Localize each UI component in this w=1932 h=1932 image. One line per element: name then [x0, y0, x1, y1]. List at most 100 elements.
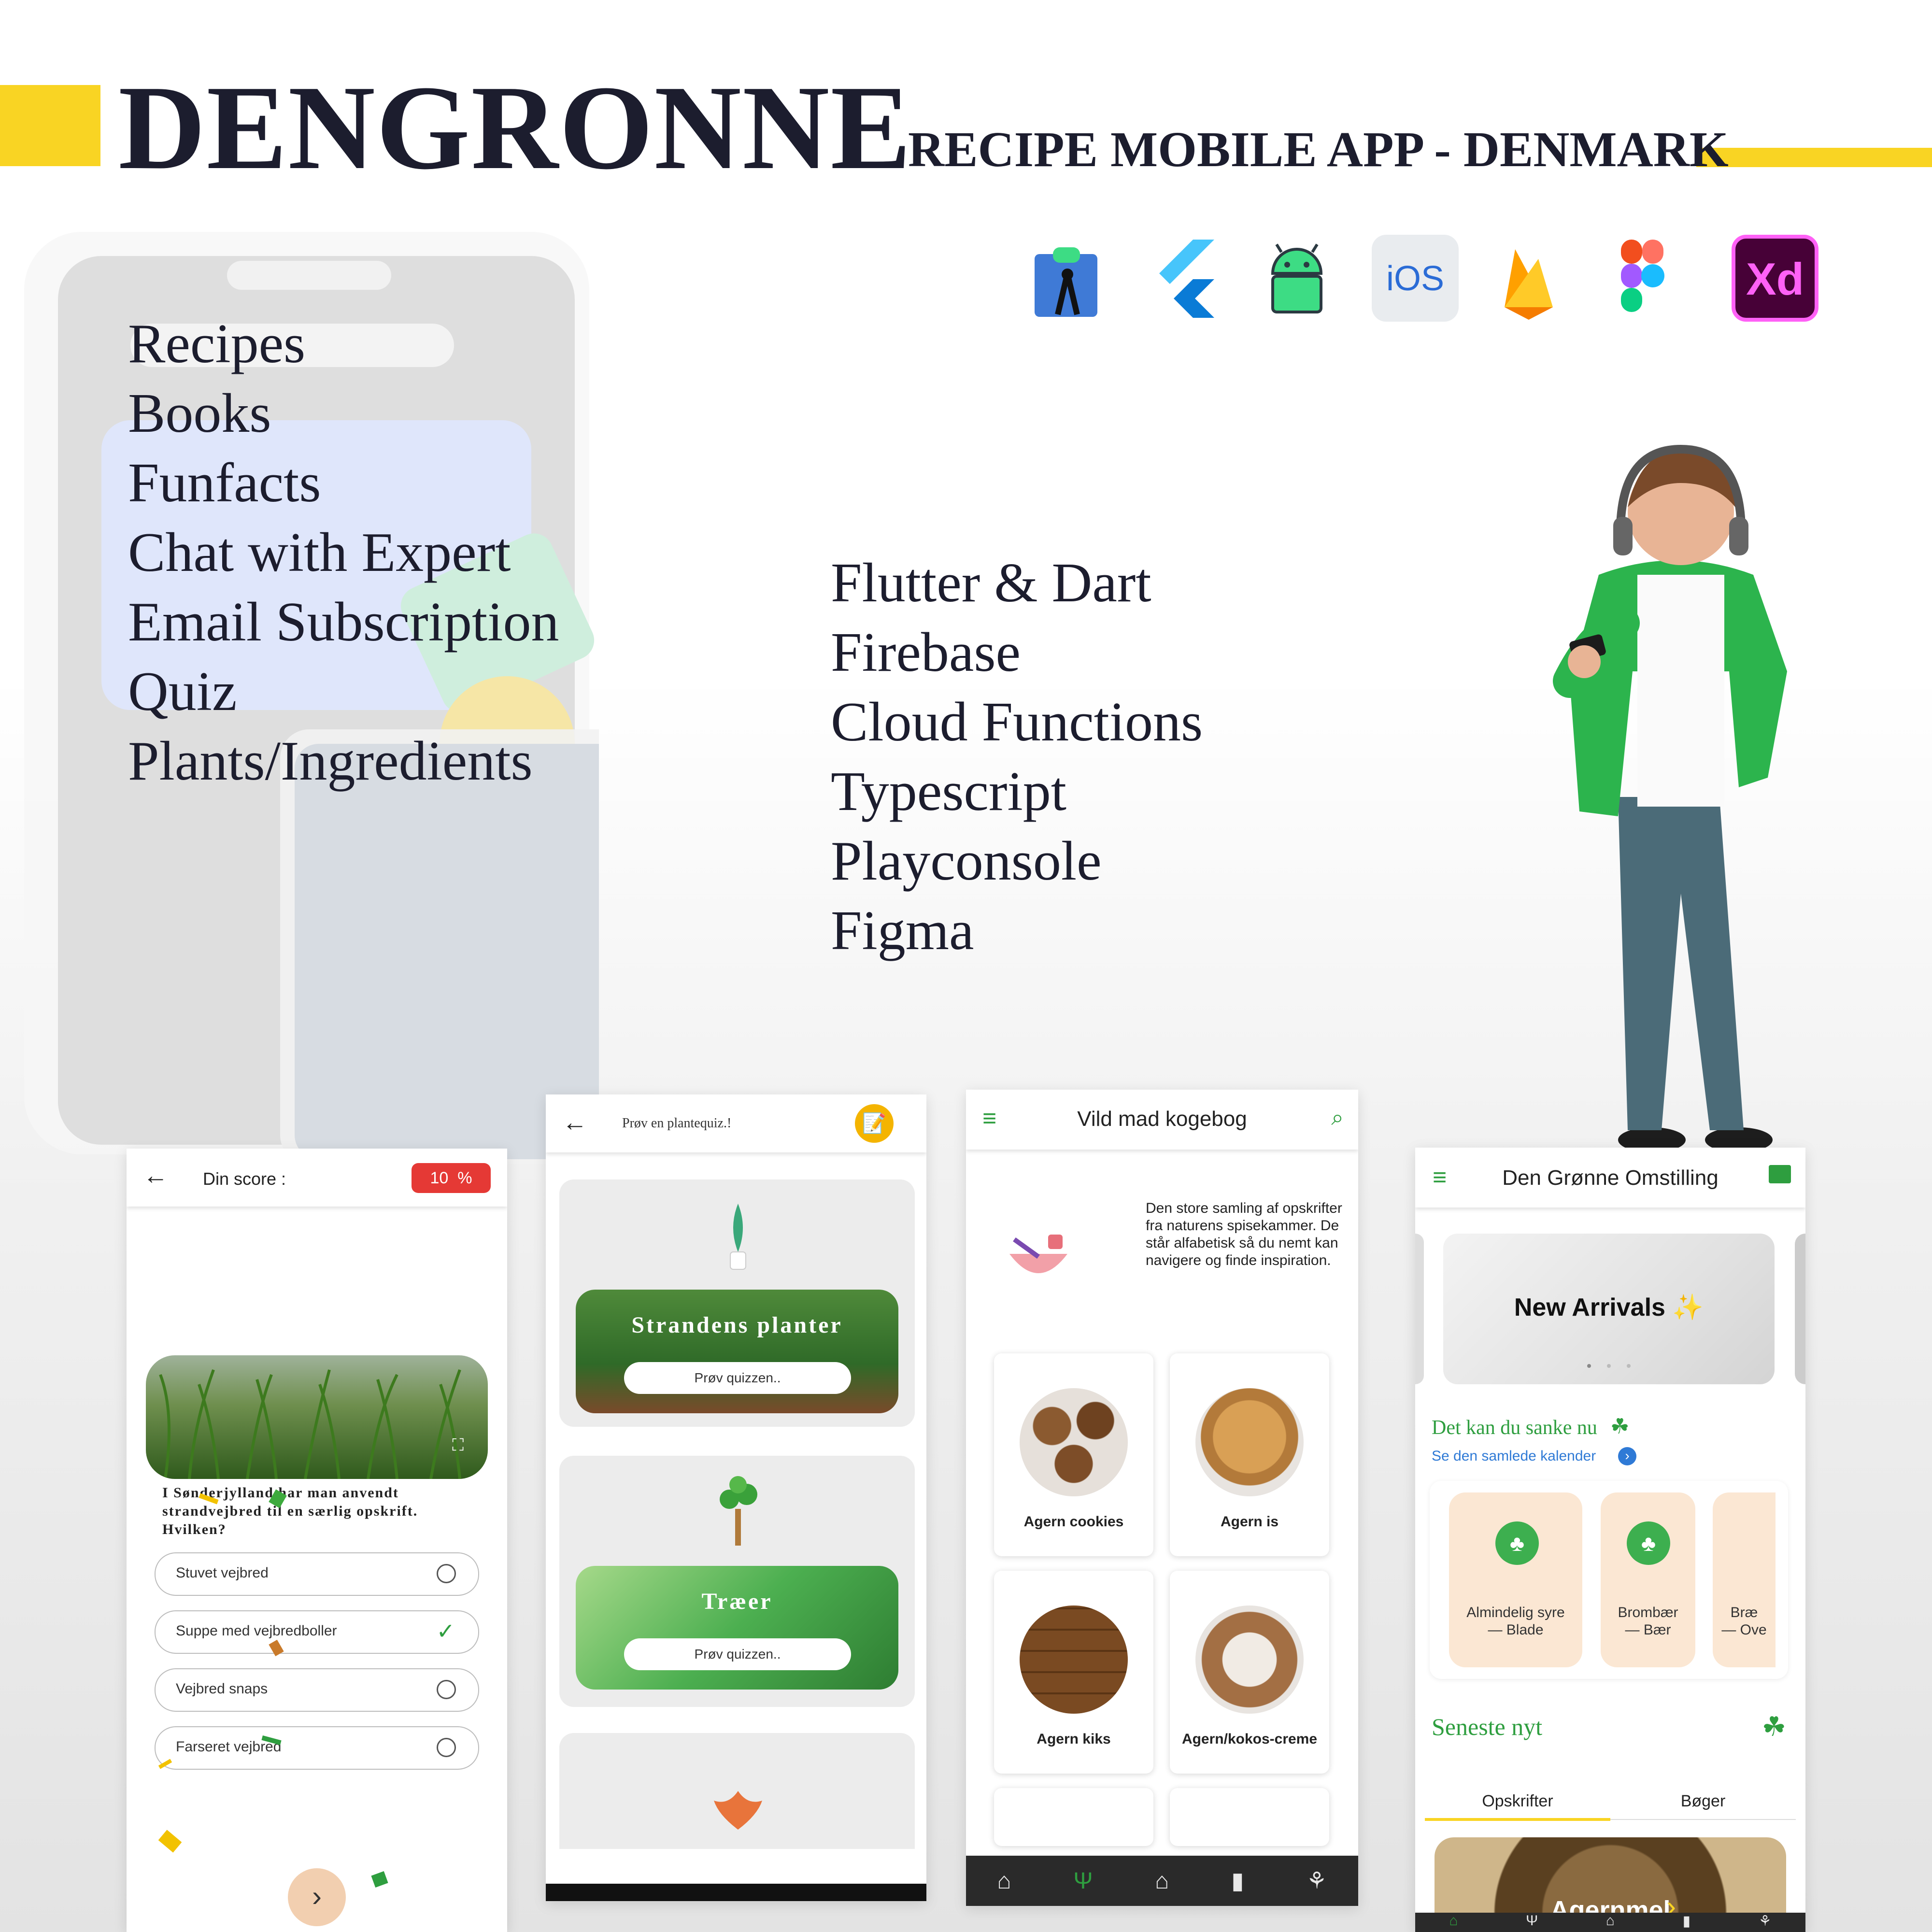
cookbook-screen: ≡ Vild mad kogebog ⌕ Den store samling a…: [966, 1090, 1358, 1906]
recipe-image: [1020, 1605, 1128, 1714]
feature-item: Quiz: [128, 661, 237, 723]
calendar-link[interactable]: Se den samlede kalender: [1432, 1448, 1596, 1464]
news-title: Seneste nyt: [1432, 1713, 1543, 1740]
recipe-card[interactable]: [994, 1788, 1153, 1846]
recipe-card[interactable]: Agern cookies: [994, 1353, 1153, 1556]
tab-boger[interactable]: Bøger: [1610, 1792, 1796, 1818]
cookbook-title: Vild mad kogebog: [1077, 1107, 1247, 1131]
book-icon[interactable]: ▮: [1231, 1867, 1244, 1894]
quiz-screen: ← Din score : 10 % ⛶ I Sønderjylland har…: [127, 1149, 507, 1932]
plantquiz-appbar: ← Prøv en plantequiz.! 📝: [546, 1094, 926, 1152]
carousel-prev-peek: [1415, 1234, 1424, 1384]
leaf-icon[interactable]: ⚘: [1759, 1913, 1772, 1930]
next-button[interactable]: ›: [288, 1868, 346, 1926]
question-image: ⛶: [146, 1355, 488, 1479]
recipe-card[interactable]: Agern/kokos-creme: [1170, 1571, 1329, 1774]
confetti-decoration: [158, 1489, 388, 1888]
back-arrow-icon[interactable]: ←: [562, 1108, 587, 1137]
season-item-part: — Blade: [1488, 1622, 1544, 1638]
recipe-card[interactable]: Agern is: [1170, 1353, 1329, 1556]
plantquiz-screen: ← Prøv en plantequiz.! 📝 Strandens plant…: [546, 1094, 926, 1901]
page-subtitle: RECIPE MOBILE APP - DENMARK: [908, 122, 1729, 177]
bottom-nav: ⌂ Ψ ⌂ ▮ ⚘: [1415, 1913, 1805, 1932]
carousel-next-peek: [1795, 1234, 1805, 1384]
recipe-name: Agern cookies: [1023, 1514, 1124, 1530]
recipe-image: [1195, 1605, 1304, 1714]
feature-item: Email Subscription: [128, 591, 559, 653]
clover-icon: ☘: [1610, 1415, 1630, 1438]
android-icon: [1253, 235, 1340, 322]
feature-item: Plants/Ingredients: [128, 730, 533, 792]
feature-item: Recipes: [128, 313, 306, 375]
technology-item: Figma: [831, 900, 974, 962]
accent-bar-left: [0, 85, 100, 166]
start-quiz-button[interactable]: Prøv quizzen..: [624, 1362, 851, 1394]
home-appbar: ≡ Den Grønne Omstilling: [1415, 1148, 1805, 1208]
leaf-icon[interactable]: ⚘: [1306, 1867, 1327, 1894]
ios-icon: iOS: [1372, 235, 1459, 322]
fork-knife-icon[interactable]: Ψ: [1526, 1913, 1538, 1929]
season-item[interactable]: ♣ Brombær — Bær: [1601, 1492, 1695, 1667]
tab-opskrifter[interactable]: Opskrifter: [1425, 1792, 1610, 1821]
store-icon[interactable]: ⌂: [1155, 1868, 1169, 1894]
fullscreen-icon[interactable]: ⛶: [452, 1436, 464, 1455]
cookbook-intro: Den store samling af opskrifter fra natu…: [1146, 1200, 1342, 1268]
quiz-appbar: ← Din score : 10 %: [127, 1149, 507, 1207]
tree-icon: [720, 1476, 757, 1546]
technology-item: Flutter & Dart: [831, 552, 1151, 614]
home-icon[interactable]: ⌂: [997, 1868, 1011, 1894]
plantquiz-title: Prøv en plantequiz.!: [622, 1116, 732, 1131]
chat-icon[interactable]: [1769, 1165, 1791, 1183]
quiz-banner: Træer Prøv quizzen..: [576, 1566, 898, 1690]
xd-icon-text: Xd: [1746, 254, 1804, 304]
quiz-card[interactable]: Træer Prøv quizzen..: [559, 1456, 915, 1707]
quiz-card[interactable]: Strandens planter Prøv quizzen..: [559, 1179, 915, 1427]
home-screen: ≡ Den Grønne Omstilling New Arrivals ✨ D…: [1415, 1148, 1805, 1932]
tabs: Opskrifter Bøger: [1425, 1792, 1796, 1821]
tree-icon: ♣: [1495, 1521, 1539, 1565]
adobe-xd-icon: Xd: [1732, 235, 1818, 322]
quiz-card-title: Træer: [701, 1589, 773, 1614]
recipe-name: Agern/kokos-creme: [1181, 1731, 1318, 1747]
technology-item: Typescript: [831, 761, 1066, 823]
accent-bar-right: [1696, 148, 1932, 167]
season-item-part: — Bær: [1625, 1622, 1671, 1638]
cookbook-appbar: ≡ Vild mad kogebog ⌕: [966, 1090, 1358, 1150]
season-item-name: Bræ: [1730, 1605, 1758, 1620]
season-item[interactable]: ♣ Almindelig syre — Blade: [1449, 1492, 1582, 1667]
score-badge: 10 %: [412, 1163, 491, 1193]
recipe-name: Agern is: [1220, 1514, 1279, 1530]
quiz-banner: Strandens planter Prøv quizzen..: [576, 1290, 898, 1413]
recipe-image: [1195, 1388, 1304, 1496]
carousel-dots: [1587, 1364, 1631, 1368]
quiz-card[interactable]: [559, 1733, 915, 1849]
feature-item: Books: [128, 383, 271, 444]
book-icon[interactable]: ▮: [1683, 1913, 1691, 1930]
feature-list: Recipes Books Funfacts Chat with Expert …: [128, 309, 559, 796]
recipe-card[interactable]: Agern kiks: [994, 1571, 1153, 1774]
fork-knife-icon[interactable]: Ψ: [1073, 1868, 1093, 1894]
technology-item: Firebase: [831, 622, 1021, 683]
quiz-card-title: Strandens planter: [631, 1312, 843, 1338]
season-item-name: Brombær: [1618, 1605, 1678, 1620]
quiz-notes-icon[interactable]: 📝: [855, 1104, 894, 1143]
brand-title: DENGRONNE: [118, 61, 912, 195]
search-icon[interactable]: ⌕: [1331, 1104, 1344, 1131]
home-icon[interactable]: ⌂: [1449, 1913, 1458, 1929]
recipe-image: [1020, 1388, 1128, 1496]
feature-item: Chat with Expert: [128, 522, 511, 583]
ios-icon-text: iOS: [1386, 259, 1445, 298]
start-quiz-button[interactable]: Prøv quizzen..: [624, 1638, 851, 1670]
carousel-title: New Arrivals ✨: [1514, 1293, 1704, 1321]
carousel-card[interactable]: New Arrivals ✨: [1443, 1234, 1775, 1384]
back-arrow-icon[interactable]: ←: [143, 1161, 168, 1190]
technology-item: Playconsole: [831, 830, 1102, 892]
support-character-illustration: [1553, 444, 1787, 1152]
figma-icon: [1599, 235, 1686, 322]
season-list: ♣ Almindelig syre — Blade ♣ Brombær — Bæ…: [1430, 1481, 1788, 1679]
season-item[interactable]: Bræ — Ove: [1713, 1492, 1776, 1667]
store-icon[interactable]: ⌂: [1606, 1913, 1615, 1929]
chevron-right-icon[interactable]: ›: [1618, 1447, 1636, 1465]
mortar-bowl-icon: [1009, 1235, 1067, 1273]
recipe-card[interactable]: [1170, 1788, 1329, 1846]
